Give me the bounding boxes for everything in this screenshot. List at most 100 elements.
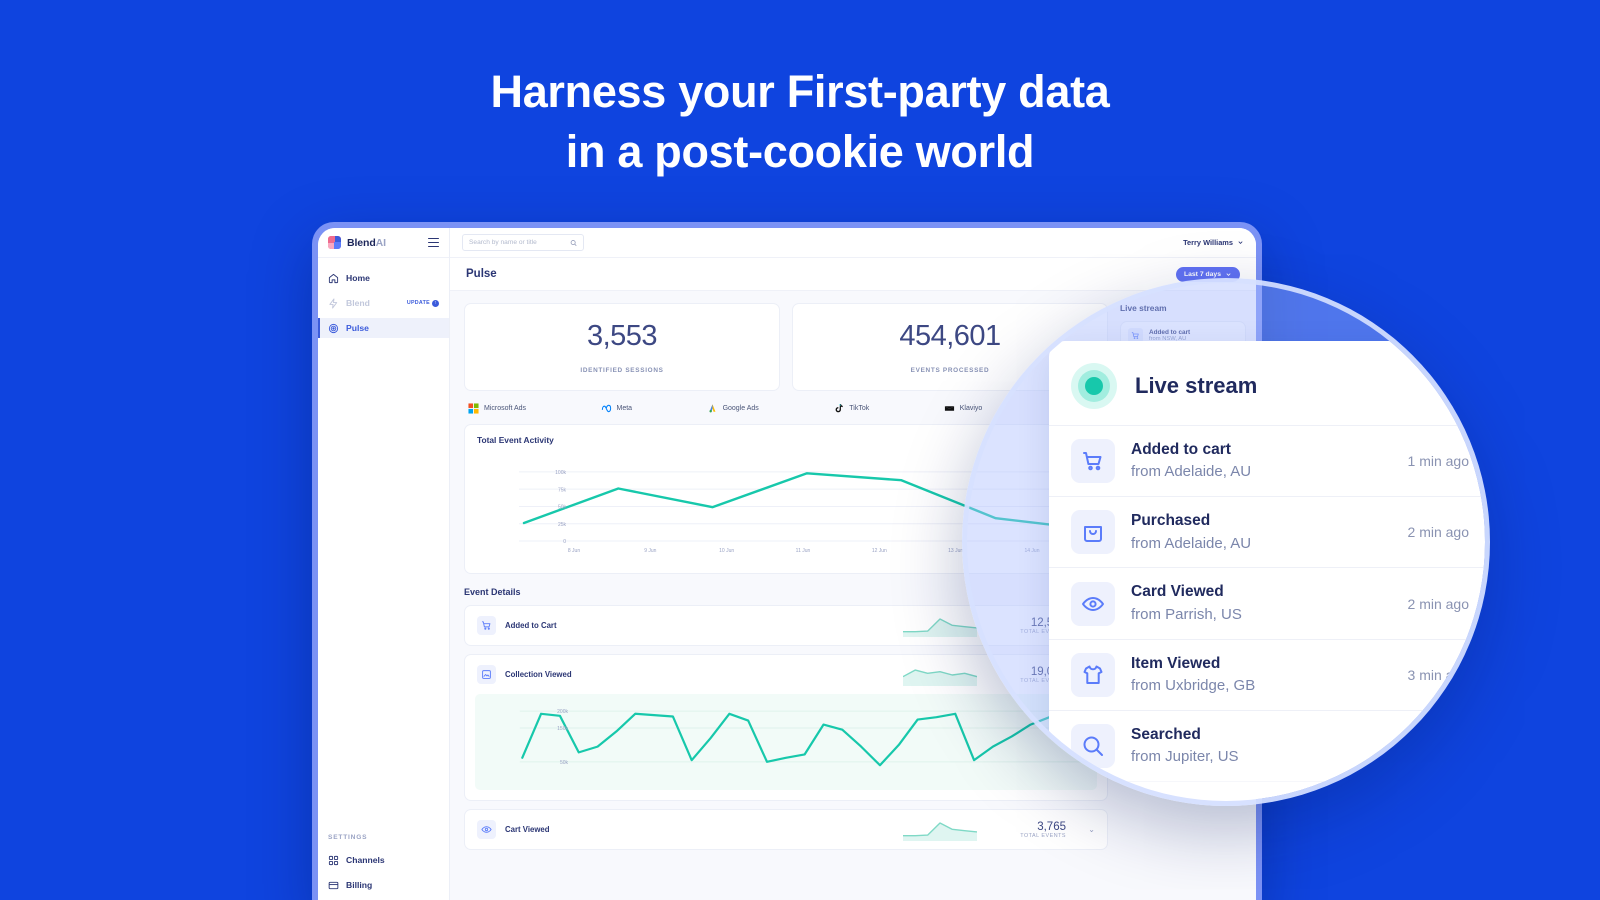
- user-menu[interactable]: Terry Williams: [1183, 238, 1244, 247]
- event-row[interactable]: Cart Viewed 3,765 TOTAL EVENTS ⌄: [465, 810, 1107, 849]
- channel-label: Meta: [616, 405, 633, 412]
- magnified-item-location: from Parrish, US: [1131, 605, 1242, 623]
- channel-label: Microsoft Ads: [484, 405, 527, 412]
- magnified-item-title: Item Viewed: [1131, 654, 1221, 672]
- tiktok-icon: [835, 404, 843, 413]
- channel-google-ads[interactable]: Google Ads: [707, 403, 759, 414]
- event-name: Cart Viewed: [505, 825, 550, 834]
- magnified-item-text: Card Viewed from Parrish, US: [1131, 581, 1242, 625]
- magnified-item-title: Added to cart: [1131, 441, 1231, 458]
- sparkline-chart: [903, 819, 977, 841]
- sidebar-nav: Home Blend UPDATE ↑ Pulse: [318, 258, 449, 343]
- channel-label: TikTok: [849, 405, 870, 412]
- sidebar-item-channels-label: Channels: [346, 855, 385, 865]
- svg-text:100k: 100k: [555, 470, 566, 476]
- sidebar: BlendAI Home Blend UPDATE ↑ Pulse SETTIN…: [318, 228, 450, 900]
- search-icon: [1071, 723, 1115, 768]
- sparkline-chart: [903, 664, 977, 686]
- stat-label: EVENTS PROCESSED: [910, 367, 990, 374]
- svg-text:12 Jun: 12 Jun: [872, 548, 887, 554]
- brand-name-suffix: AI: [375, 236, 386, 249]
- svg-text:50k: 50k: [560, 760, 569, 766]
- collection-icon: [477, 665, 496, 684]
- sidebar-settings-section: SETTINGS Channels Billing: [318, 834, 449, 900]
- hero-heading: Harness your First-party data in a post-…: [0, 62, 1600, 182]
- magnified-item-location: from Adelaide, AU: [1131, 463, 1252, 481]
- update-badge-label: UPDATE: [406, 300, 430, 306]
- magnified-item-time: 1 min ago: [1407, 453, 1469, 470]
- bolt-icon: [329, 297, 338, 309]
- sidebar-item-pulse[interactable]: Pulse: [318, 318, 449, 338]
- svg-text:25k: 25k: [558, 522, 567, 528]
- magnified-item-text: Purchased from Adelaide, AU: [1131, 510, 1251, 554]
- sidebar-item-billing[interactable]: Billing: [318, 875, 449, 895]
- page-header: Pulse Last 7 days: [450, 258, 1256, 291]
- google-ads-icon: [709, 404, 716, 413]
- magnified-item-title: Card Viewed: [1131, 583, 1224, 601]
- magnified-live-stream-item[interactable]: Purchased from Adelaide, AU 2 min ago: [1049, 496, 1485, 567]
- magnified-item-title: Searched: [1131, 725, 1201, 743]
- sidebar-item-blend[interactable]: Blend UPDATE ↑: [318, 293, 449, 313]
- magnified-live-stream-item[interactable]: Card Viewed from Parrish, US 2 min ago: [1049, 567, 1485, 638]
- sidebar-section-title: SETTINGS: [328, 834, 368, 841]
- cart-icon: [1071, 439, 1115, 484]
- stat-card-identified-sessions: 3,553 IDENTIFIED SESSIONS: [464, 303, 780, 391]
- channel-klaviyo[interactable]: Klaviyo: [944, 403, 982, 414]
- event-card-cart-viewed: Cart Viewed 3,765 TOTAL EVENTS ⌄: [464, 809, 1108, 850]
- event-name: Collection Viewed: [505, 670, 572, 679]
- magnified-live-stream-item[interactable]: Added to cart from Adelaide, AU 1 min ago: [1049, 425, 1485, 496]
- magnified-item-text: Added to cart from Adelaide, AU: [1131, 439, 1251, 483]
- event-total-label: TOTAL EVENTS: [1020, 832, 1066, 839]
- channel-tiktok[interactable]: TikTok: [833, 403, 869, 414]
- sidebar-item-billing-label: Billing: [346, 880, 373, 890]
- date-range-label: Last 7 days: [1183, 270, 1221, 278]
- svg-text:8 Jun: 8 Jun: [568, 548, 580, 554]
- update-badge[interactable]: UPDATE ↑: [406, 299, 439, 307]
- magnified-title: Live stream: [1135, 373, 1258, 398]
- event-total-value: 3,765: [1037, 820, 1066, 833]
- svg-text:0: 0: [563, 539, 566, 545]
- event-total: 3,765 TOTAL EVENTS: [1000, 821, 1066, 839]
- svg-text:11 Jun: 11 Jun: [796, 548, 811, 554]
- chevron-down-icon: [1238, 241, 1243, 244]
- magnified-header: Live stream: [1049, 341, 1485, 425]
- event-expanded-panel: 50k 150k 200k: [465, 694, 1107, 800]
- sidebar-item-channels[interactable]: Channels: [318, 850, 449, 870]
- detail-line-chart-labels: 50k 150k 200k: [557, 709, 569, 766]
- eye-icon: [1071, 581, 1115, 626]
- hamburger-icon[interactable]: [428, 237, 439, 248]
- search-icon: [570, 239, 577, 246]
- svg-text:200k: 200k: [557, 709, 568, 715]
- hero-line-2: in a post-cookie world: [565, 126, 1035, 177]
- klaviyo-icon: [944, 406, 954, 411]
- sparkline-chart: [903, 615, 977, 637]
- grid-icon: [328, 855, 339, 865]
- chevron-down-icon[interactable]: ⌄: [1083, 825, 1095, 834]
- search-input[interactable]: [469, 239, 566, 246]
- magnified-live-stream-item[interactable]: Item Viewed from Uxbridge, GB 3 min ago: [1049, 638, 1485, 710]
- channel-meta[interactable]: Meta: [601, 403, 633, 414]
- magnified-item-time: 2 min ago: [1407, 524, 1469, 541]
- magnified-item-time: 3 min ago: [1407, 666, 1469, 683]
- channel-label: Google Ads: [722, 405, 759, 412]
- magnified-live-stream-item[interactable]: Searched from Jupiter, US 6 min ago: [1049, 709, 1485, 781]
- stat-label: IDENTIFIED SESSIONS: [580, 367, 664, 374]
- sidebar-item-blend-label: Blend: [346, 298, 370, 308]
- magnified-item-title: Purchased: [1131, 512, 1211, 530]
- brand-row: BlendAI: [318, 228, 449, 258]
- search-box[interactable]: [462, 234, 584, 251]
- stats-row: 3,553 IDENTIFIED SESSIONS 454,601 EVENTS…: [464, 303, 1108, 391]
- magnified-items: Added to cart from Adelaide, AU 1 min ago P…: [1049, 425, 1485, 801]
- event-name: Added to Cart: [505, 621, 557, 630]
- svg-text:9 Jun: 9 Jun: [644, 548, 656, 554]
- svg-text:50k: 50k: [558, 505, 567, 511]
- chevron-down-icon: [1226, 272, 1231, 276]
- home-icon: [328, 273, 339, 283]
- sidebar-item-home[interactable]: Home: [318, 268, 449, 288]
- cart-icon: [477, 616, 496, 635]
- hero-line-1: Harness your First-party data: [490, 66, 1110, 117]
- magnified-item-text: Searched from Jupiter, US: [1131, 724, 1239, 768]
- shirt-icon: [1071, 652, 1115, 697]
- channel-microsoft-ads[interactable]: Microsoft Ads: [468, 403, 526, 414]
- topbar: Terry Williams: [450, 228, 1256, 258]
